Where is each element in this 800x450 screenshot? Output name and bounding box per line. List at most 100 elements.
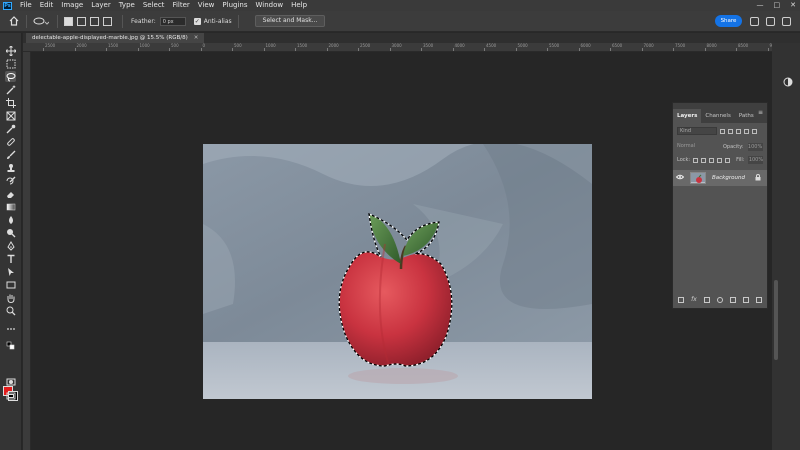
healing-icon[interactable] [5, 136, 16, 147]
gradient-icon[interactable] [5, 201, 16, 212]
adjustment-icon[interactable] [716, 297, 723, 303]
workspace-icon[interactable] [766, 17, 775, 26]
home-icon[interactable] [8, 15, 20, 27]
ruler-tick [326, 48, 328, 51]
search-icon[interactable] [750, 17, 759, 26]
new-selection-icon[interactable] [64, 16, 73, 26]
close-icon[interactable]: ✕ [790, 0, 796, 11]
tab-paths[interactable]: Paths [735, 109, 758, 123]
hand-icon[interactable] [5, 292, 16, 303]
lock-position-icon[interactable] [709, 157, 715, 163]
folder-icon[interactable] [729, 297, 736, 303]
fx-icon[interactable]: fx [691, 297, 697, 303]
ruler-label: 2500 [360, 43, 371, 48]
share-button[interactable]: Share [715, 15, 742, 27]
crop-icon[interactable] [5, 97, 16, 108]
zoom-icon[interactable] [5, 305, 16, 316]
lock-all-icon[interactable] [725, 157, 731, 163]
menu-file[interactable]: File [16, 0, 36, 11]
eye-icon[interactable] [675, 174, 685, 182]
menu-image[interactable]: Image [57, 0, 87, 11]
marquee-icon[interactable] [5, 58, 16, 69]
ruler-tick [358, 48, 359, 51]
menu-layer[interactable]: Layer [87, 0, 115, 11]
document-image[interactable] [203, 144, 592, 399]
panel-toggle-icon[interactable] [782, 17, 791, 26]
filter-smart-icon[interactable] [752, 128, 757, 134]
lock-icon[interactable] [755, 174, 761, 183]
default-colors-icon[interactable] [5, 340, 16, 351]
history-brush-icon[interactable] [5, 175, 16, 186]
magic-wand-icon[interactable] [5, 84, 16, 95]
minimize-icon[interactable]: — [757, 0, 764, 11]
blur-icon[interactable] [5, 214, 16, 225]
maximize-icon[interactable]: □ [774, 0, 781, 11]
kind-filter-select[interactable]: Kind [677, 127, 717, 135]
type-icon[interactable] [5, 253, 16, 264]
lock-artboard-icon[interactable] [717, 157, 723, 163]
select-and-mask-button[interactable]: Select and Mask... [254, 15, 326, 27]
intersect-selection-icon[interactable] [103, 16, 112, 26]
lock-transparent-icon[interactable] [693, 157, 699, 163]
trash-icon[interactable] [755, 297, 762, 303]
lock-pixels-icon[interactable] [701, 157, 707, 163]
mask-icon[interactable] [703, 297, 710, 303]
dodge-icon[interactable] [5, 227, 16, 238]
vertical-ruler [23, 52, 31, 450]
eyedropper-icon[interactable] [5, 123, 16, 134]
document-tab-title: delectable-apple-displayed-marble.jpg @ … [32, 35, 188, 41]
menu-select[interactable]: Select [139, 0, 169, 11]
layer-row[interactable]: Background [673, 170, 767, 186]
tab-channels[interactable]: Channels [701, 109, 734, 123]
layer-name: Background [712, 175, 745, 181]
document-tab[interactable]: delectable-apple-displayed-marble.jpg @ … [26, 33, 205, 43]
brush-icon[interactable] [5, 149, 16, 160]
pen-icon[interactable] [5, 240, 16, 251]
tab-close-icon[interactable]: ✕ [194, 33, 199, 43]
ruler-label: 2500 [45, 43, 56, 48]
screen-mode-icon[interactable] [5, 390, 16, 401]
right-dock [772, 43, 800, 450]
blend-mode-select[interactable]: Normal [677, 143, 715, 151]
more-tools-icon[interactable] [5, 323, 16, 334]
menu-edit[interactable]: Edit [36, 0, 58, 11]
filter-type-icon[interactable] [736, 128, 741, 134]
eraser-icon[interactable] [5, 188, 16, 199]
ruler-label: 8500 [738, 43, 749, 48]
fill-input[interactable]: 100% [748, 156, 764, 164]
menu-window[interactable]: Window [251, 0, 287, 11]
link-icon[interactable] [678, 297, 685, 303]
filter-adjustment-icon[interactable] [728, 128, 733, 134]
ruler-tick [137, 48, 139, 51]
menu-help[interactable]: Help [287, 0, 311, 11]
menu-filter[interactable]: Filter [168, 0, 193, 11]
ruler-label: 3500 [423, 43, 434, 48]
subtract-selection-icon[interactable] [90, 16, 99, 26]
menu-view[interactable]: View [194, 0, 219, 11]
move-icon[interactable] [5, 45, 16, 56]
feather-input[interactable]: 0 px [159, 16, 186, 26]
adjustments-icon[interactable] [783, 72, 793, 87]
ruler-tick [74, 48, 76, 51]
tab-layers[interactable]: Layers [673, 109, 702, 123]
anti-alias-checkbox[interactable]: ✓ [193, 17, 201, 25]
lock-label: Lock: [677, 157, 691, 163]
menu-type[interactable]: Type [115, 0, 139, 11]
quick-mask-icon[interactable] [5, 376, 16, 387]
vertical-scrollbar[interactable] [774, 280, 778, 360]
path-select-icon[interactable] [5, 266, 16, 277]
stamp-icon[interactable] [5, 162, 16, 173]
filter-shape-icon[interactable] [744, 128, 749, 134]
frame-icon[interactable] [5, 110, 16, 121]
panel-menu-icon[interactable]: ≡ [758, 109, 763, 116]
opacity-input[interactable]: 100% [747, 143, 763, 151]
canvas-area[interactable] [31, 52, 772, 450]
menu-plugins[interactable]: Plugins [218, 0, 251, 11]
rectangle-icon[interactable] [5, 279, 16, 290]
filter-pixel-icon[interactable] [720, 128, 725, 134]
add-selection-icon[interactable] [77, 16, 86, 26]
ruler-label: 6000 [580, 43, 591, 48]
lasso-icon[interactable] [5, 71, 16, 82]
new-layer-icon[interactable] [742, 297, 749, 303]
lasso-preset-icon[interactable] [33, 17, 51, 26]
